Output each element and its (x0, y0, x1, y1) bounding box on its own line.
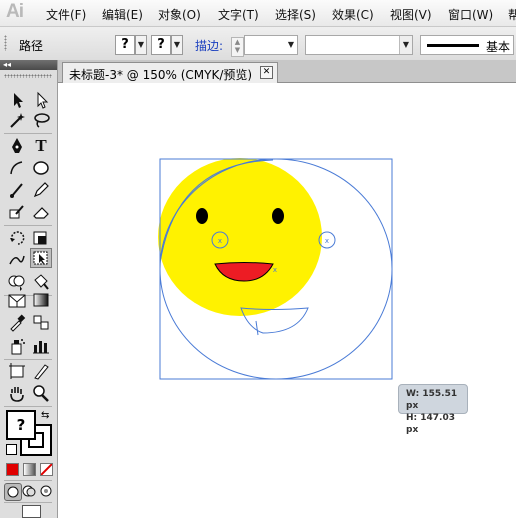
ellipse-tool-icon[interactable] (30, 158, 52, 178)
document-tab-bar: 未标题-3* @ 150% (CMYK/预览) ✕ (58, 60, 516, 83)
hand-tool-icon[interactable] (6, 383, 28, 403)
stroke-swatch-button[interactable]: ? (151, 35, 171, 55)
perspective-grid-tool-icon[interactable] (6, 290, 28, 310)
height-readout: H: 147.03 px (406, 413, 455, 435)
control-bar-grip[interactable] (4, 35, 7, 51)
chevron-down-icon[interactable]: ▼ (285, 36, 297, 54)
pen-tool-icon[interactable] (6, 136, 28, 156)
brush-stroke-preview (427, 44, 479, 47)
gradient-tool-icon[interactable] (30, 290, 52, 310)
scale-tool-icon[interactable] (30, 228, 52, 248)
line-segment-tool-icon[interactable] (6, 158, 28, 178)
live-paint-bucket-icon[interactable] (30, 272, 52, 292)
menu-effect[interactable]: 效果(C) (332, 6, 374, 23)
menu-bar: Ai 文件(F) 编辑(E) 对象(O) 文字(T) 选择(S) 效果(C) 视… (0, 0, 516, 27)
app-logo: Ai (6, 1, 24, 22)
fill-swatch-button[interactable]: ? (115, 35, 135, 55)
tool-separator (4, 406, 52, 407)
direct-selection-tool-icon[interactable] (30, 90, 52, 110)
brush-definition-select[interactable]: 基本 (420, 35, 514, 55)
zoom-tool-icon[interactable] (30, 383, 52, 403)
width-readout: W: 155.51 px (406, 389, 458, 411)
tool-separator (4, 359, 52, 360)
swap-fill-stroke-icon[interactable]: ⇆ (41, 410, 49, 421)
menu-view[interactable]: 视图(V) (390, 6, 432, 23)
blob-brush-tool-icon[interactable] (6, 202, 28, 222)
menu-object[interactable]: 对象(O) (158, 6, 201, 23)
right-eye (272, 208, 284, 224)
menu-type[interactable]: 文字(T) (218, 6, 259, 23)
tools-panel: ◂◂ T ? ⇆ (0, 60, 58, 518)
draw-behind-icon[interactable] (21, 483, 37, 499)
artboard-canvas[interactable]: x x x (58, 83, 516, 518)
warp-tool-icon[interactable] (6, 250, 28, 270)
color-mode-icon[interactable] (6, 463, 19, 476)
slice-tool-icon[interactable] (30, 361, 52, 381)
stroke-label-link[interactable]: 描边: (195, 37, 223, 54)
close-icon[interactable]: ✕ (260, 66, 273, 79)
artboard-tool-icon[interactable] (6, 361, 28, 381)
lasso-tool-icon[interactable] (30, 110, 52, 130)
menu-select[interactable]: 选择(S) (275, 6, 316, 23)
tools-panel-grip[interactable] (4, 74, 52, 78)
selection-tool-icon[interactable] (6, 90, 28, 110)
stroke-dropdown-arrow[interactable]: ▼ (171, 35, 183, 55)
default-fill-stroke-icon[interactable] (6, 444, 17, 455)
menu-edit[interactable]: 编辑(E) (102, 6, 143, 23)
tool-separator (4, 133, 52, 134)
tool-separator (4, 502, 52, 503)
symbol-sprayer-tool-icon[interactable] (6, 336, 28, 356)
draw-inside-icon[interactable] (38, 483, 54, 499)
tool-separator (4, 225, 52, 226)
draw-normal-icon[interactable] (4, 483, 22, 501)
svg-text:x: x (325, 237, 329, 245)
free-transform-tool-icon[interactable] (30, 248, 52, 268)
fill-dropdown-arrow[interactable]: ▼ (135, 35, 147, 55)
screen-mode-icon[interactable] (22, 505, 41, 518)
tools-panel-collapse[interactable]: ◂◂ (0, 60, 57, 70)
tool-separator (4, 480, 52, 481)
left-eye (196, 208, 208, 224)
variable-width-profile-select[interactable]: ▼ (305, 35, 413, 55)
paintbrush-tool-icon[interactable] (6, 180, 28, 200)
artwork: x x x (158, 158, 393, 380)
menu-help[interactable]: 帮 (508, 6, 516, 23)
type-tool-icon[interactable]: T (30, 136, 52, 156)
none-mode-icon[interactable] (40, 463, 53, 476)
stroke-weight-stepper[interactable]: ▲ ▼ (231, 37, 244, 57)
magic-wand-tool-icon[interactable] (6, 110, 28, 130)
rotate-tool-icon[interactable] (6, 228, 28, 248)
menu-window[interactable]: 窗口(W) (448, 6, 493, 23)
dimensions-tooltip: W: 155.51 px H: 147.03 px (398, 384, 468, 435)
pencil-tool-icon[interactable] (30, 180, 52, 200)
brush-label: 基本 (486, 40, 511, 54)
gradient-mode-icon[interactable] (23, 463, 36, 476)
selection-type-label: 路径 (19, 39, 44, 53)
chevron-down-icon[interactable]: ▼ (399, 36, 412, 54)
column-graph-tool-icon[interactable] (30, 336, 52, 356)
menu-file[interactable]: 文件(F) (46, 6, 86, 23)
eraser-tool-icon[interactable] (30, 202, 52, 222)
blend-tool-icon[interactable] (30, 312, 52, 332)
eyedropper-tool-icon[interactable] (6, 312, 28, 332)
svg-text:x: x (273, 266, 277, 274)
svg-text:x: x (218, 237, 222, 245)
fill-swatch[interactable]: ? (6, 410, 36, 440)
face-circle (158, 158, 322, 316)
document-title: 未标题-3* @ 150% (CMYK/预览) (69, 68, 253, 82)
stroke-weight-field[interactable]: ▼ (244, 35, 298, 55)
document-tab[interactable]: 未标题-3* @ 150% (CMYK/预览) ✕ (62, 62, 278, 83)
shape-builder-tool-icon[interactable] (6, 272, 28, 292)
